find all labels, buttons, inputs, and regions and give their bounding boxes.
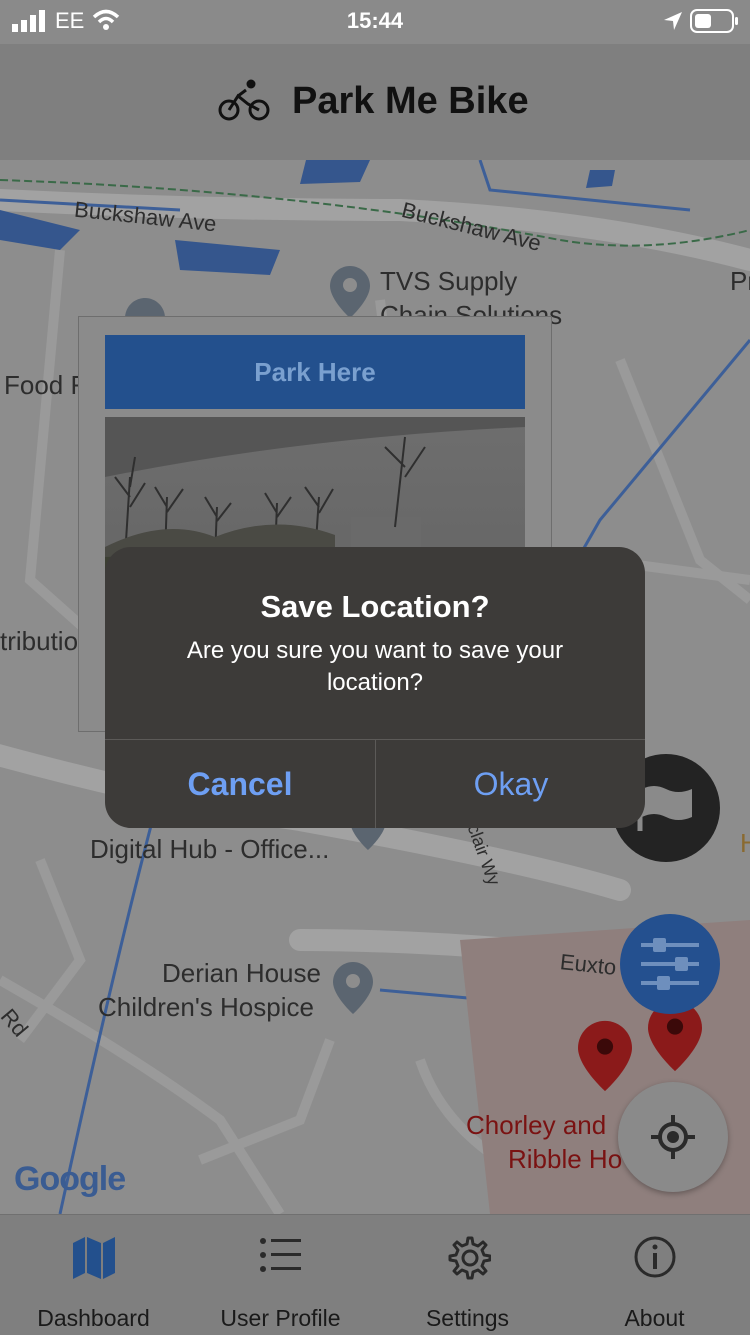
place-label: Chorley and xyxy=(466,1110,607,1140)
map-pin-icon xyxy=(330,266,370,318)
app-header: Park Me Bike xyxy=(0,44,750,161)
list-icon xyxy=(259,1238,301,1272)
cancel-button[interactable]: Cancel xyxy=(105,740,375,828)
locate-me-button[interactable] xyxy=(618,1082,728,1192)
place-label: TVS Supply xyxy=(380,266,518,296)
google-logo: Google xyxy=(14,1160,126,1198)
place-label: Food F xyxy=(4,370,87,400)
place-label: tributio xyxy=(0,626,79,656)
tab-label: Dashboard xyxy=(37,1305,150,1331)
filter-button[interactable] xyxy=(620,914,720,1014)
alert-title: Save Location? xyxy=(260,589,490,624)
bicycle-icon xyxy=(218,79,270,121)
save-location-alert: Save Location? Are you sure you want to … xyxy=(105,547,645,828)
alert-message: Are you sure you want to save your locat… xyxy=(186,637,564,696)
tab-settings[interactable]: Settings xyxy=(374,1215,561,1335)
gear-icon xyxy=(448,1236,491,1280)
place-label: Ribble Ho xyxy=(508,1144,623,1174)
status-bar: EE 15:44 xyxy=(0,0,750,44)
place-label: Derian House xyxy=(162,958,321,988)
place-label: Pr xyxy=(730,266,750,296)
place-label: H xyxy=(740,828,750,858)
tab-bar: Dashboard User Profile Settings About xyxy=(0,1214,750,1335)
tab-label: About xyxy=(624,1305,685,1331)
app-title: Park Me Bike xyxy=(292,80,529,122)
battery-icon xyxy=(690,9,738,33)
sliders-icon xyxy=(641,938,699,990)
tab-dashboard[interactable]: Dashboard xyxy=(0,1215,187,1335)
flag-icon xyxy=(637,786,692,831)
place-label: Digital Hub - Office... xyxy=(90,834,330,864)
tab-label: Settings xyxy=(425,1305,510,1331)
clock-time: 15:44 xyxy=(346,8,404,33)
tab-user-profile[interactable]: User Profile xyxy=(187,1215,374,1335)
crosshair-icon xyxy=(651,1115,695,1159)
parking-marker-icon[interactable] xyxy=(578,1020,632,1092)
location-arrow-icon xyxy=(664,12,682,30)
place-label: Children's Hospice xyxy=(98,992,314,1022)
tab-about[interactable]: About xyxy=(561,1215,748,1335)
park-here-button[interactable]: Park Here xyxy=(105,335,525,409)
map-pin-icon xyxy=(333,962,373,1014)
map-icon xyxy=(72,1237,115,1279)
info-icon xyxy=(634,1236,675,1278)
tab-label: User Profile xyxy=(220,1305,341,1331)
okay-button[interactable]: Okay xyxy=(376,740,645,828)
